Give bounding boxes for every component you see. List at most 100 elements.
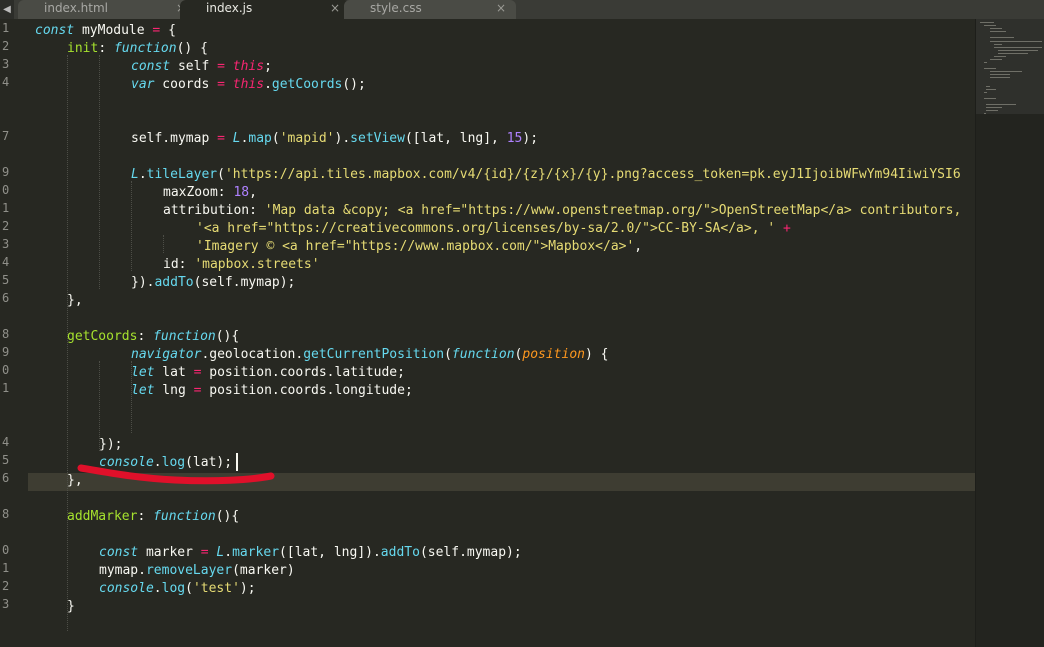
- code-line: L.tileLayer('https://api.tiles.mapbox.co…: [131, 167, 961, 182]
- code-line: 'Imagery © <a href="https://www.mapbox.c…: [196, 239, 643, 254]
- code-line: getCoords: function(){: [67, 329, 240, 344]
- line-number: 4: [2, 255, 10, 269]
- indent-guide: [99, 55, 100, 289]
- minimap-line: [994, 47, 1042, 48]
- line-number: [2, 307, 22, 325]
- minimap-line: [998, 50, 1038, 51]
- minimap-line: [980, 22, 994, 23]
- line-number: 6: [2, 291, 10, 305]
- line-number: [2, 415, 22, 433]
- code-line: addMarker: function(){: [67, 509, 240, 524]
- code-line: id: 'mapbox.streets': [163, 257, 320, 272]
- minimap-line: [990, 31, 1006, 32]
- code-editor[interactable]: 1 2 3 4 7 9 0 1 2 3 4 5 6 8 9 0 1 4 5 6 …: [0, 19, 975, 647]
- minimap-viewport[interactable]: [976, 19, 1044, 114]
- minimap-line: [990, 74, 1010, 75]
- code-line: mymap.removeLayer(marker): [99, 563, 295, 578]
- line-number: 4: [2, 75, 10, 89]
- tab-label: index.js: [206, 1, 253, 15]
- indent-guide: [163, 235, 164, 253]
- minimap-line: [986, 107, 1002, 108]
- code-line: console.log('test');: [99, 581, 256, 596]
- minimap-line: [990, 37, 1014, 38]
- line-number: [2, 523, 22, 541]
- minimap-line: [984, 113, 986, 114]
- minimap-line: [990, 71, 1022, 72]
- line-number: 5: [2, 453, 10, 467]
- code-line: attribution: 'Map data &copy; <a href="h…: [163, 203, 970, 218]
- line-number: 5: [2, 273, 10, 287]
- line-number: [2, 145, 22, 163]
- code-line: const myModule = {: [35, 23, 176, 38]
- code-line: });: [99, 437, 123, 452]
- minimap-line: [990, 77, 1010, 78]
- code-line: var coords = this.getCoords();: [131, 77, 366, 92]
- code-line: const marker = L.marker([lat, lng]).addT…: [99, 545, 522, 560]
- code-line: init: function() {: [67, 41, 208, 56]
- code-line: let lng = position.coords.longitude;: [131, 383, 413, 398]
- minimap-line: [986, 110, 998, 111]
- line-number: 4: [2, 435, 10, 449]
- code-line: }).addTo(self.mymap);: [131, 275, 296, 290]
- line-number: [2, 487, 22, 505]
- line-number: 0: [2, 363, 10, 377]
- indent-guide: [131, 181, 132, 271]
- code-line: const self = this;: [131, 59, 272, 74]
- line-number: [2, 613, 22, 631]
- code-line: let lat = position.coords.latitude;: [131, 365, 405, 380]
- tab-style-css[interactable]: style.css ×: [344, 0, 516, 19]
- line-number: 3: [2, 57, 10, 71]
- minimap-line: [984, 25, 996, 26]
- code-line: '<a href="https://creativecommons.org/li…: [196, 221, 791, 236]
- close-icon[interactable]: ×: [496, 0, 506, 17]
- minimap-line: [994, 56, 1006, 57]
- line-number: [2, 91, 22, 109]
- code-line: }: [67, 599, 75, 614]
- line-number: 0: [2, 183, 10, 197]
- tab-bar: ◀ index.html × index.js × style.css ×: [0, 0, 1044, 19]
- minimap-line: [994, 44, 1002, 45]
- line-number: 2: [2, 219, 10, 233]
- line-number: 7: [2, 129, 10, 143]
- line-number: 0: [2, 543, 10, 557]
- code-line: },: [67, 293, 83, 308]
- minimap-line: [990, 28, 1002, 29]
- line-number-gutter: 1 2 3 4 7 9 0 1 2 3 4 5 6 8 9 0 1 4 5 6 …: [0, 19, 28, 647]
- line-number: 3: [2, 597, 10, 611]
- line-number: [2, 109, 22, 127]
- line-number: 1: [2, 561, 10, 575]
- line-number: 2: [2, 39, 10, 53]
- tab-label: index.html: [44, 1, 108, 15]
- minimap-line: [986, 104, 1016, 105]
- tab-index-html[interactable]: index.html ×: [18, 0, 196, 19]
- minimap[interactable]: [975, 19, 1044, 647]
- line-number: 8: [2, 507, 10, 521]
- line-number: 1: [2, 201, 10, 215]
- line-number: 8: [2, 327, 10, 341]
- line-number: 1: [2, 21, 10, 35]
- minimap-line: [984, 98, 996, 99]
- tab-label: style.css: [370, 1, 422, 15]
- line-number: 9: [2, 165, 10, 179]
- tab-index-js[interactable]: index.js ×: [180, 0, 350, 19]
- line-number: 9: [2, 345, 10, 359]
- line-number: [2, 397, 22, 415]
- code-line: navigator.geolocation.getCurrentPosition…: [131, 347, 609, 362]
- minimap-line: [990, 41, 1042, 42]
- minimap-line: [990, 59, 1002, 60]
- red-underline-annotation: [77, 464, 275, 485]
- line-number: 3: [2, 237, 10, 251]
- code-line: self.mymap = L.map('mapid').setView([lat…: [131, 131, 539, 146]
- close-icon[interactable]: ×: [330, 0, 340, 17]
- code-line: maxZoom: 18,: [163, 185, 257, 200]
- line-number: 2: [2, 579, 10, 593]
- minimap-line: [986, 86, 990, 87]
- minimap-line: [984, 92, 987, 93]
- minimap-line: [998, 53, 1028, 54]
- line-number: 6: [2, 471, 10, 485]
- tab-scroll-left-icon[interactable]: ◀: [0, 0, 14, 19]
- minimap-line: [984, 62, 987, 63]
- line-number: 1: [2, 381, 10, 395]
- minimap-line: [986, 89, 996, 90]
- minimap-line: [984, 68, 996, 69]
